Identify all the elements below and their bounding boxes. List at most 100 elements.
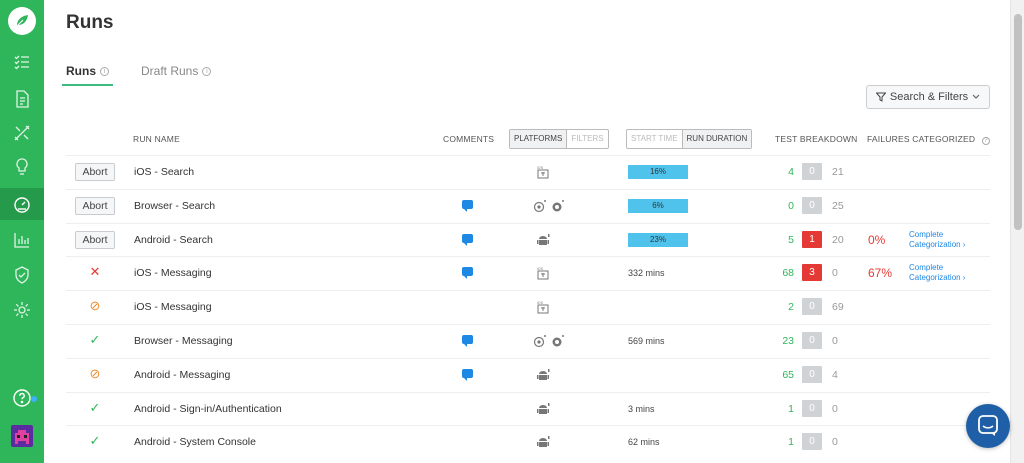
help-icon[interactable] (12, 388, 32, 408)
ios-platform-icon: iOS (536, 165, 550, 179)
remaining-count: 20 (832, 233, 844, 246)
table-row[interactable]: ✕ iOS - Messaging iOS 332 mins 68 3 0 67% Comple… (66, 256, 990, 290)
col-failures-categorized: FAILURES CATEGORIZED ? (867, 134, 990, 145)
run-name[interactable]: Android - Messaging (134, 369, 230, 381)
ios-platform-icon: iOS (536, 300, 550, 314)
complete-categorization-link[interactable]: Complete Categorization › (909, 230, 975, 250)
run-duration: 569 mins (628, 336, 665, 346)
ios-platform-icon: iOS (536, 266, 550, 280)
col-test-breakdown: TEST BREAKDOWN (775, 134, 858, 144)
failed-count-badge[interactable]: 1 (802, 230, 822, 248)
remaining-count: 4 (832, 368, 838, 381)
col-comments: COMMENTS (443, 134, 495, 144)
progress-bar: 6% (628, 198, 688, 213)
run-name[interactable]: Browser - Messaging (134, 335, 233, 347)
run-name[interactable]: iOS - Messaging (134, 301, 212, 313)
complete-categorization-link[interactable]: Complete Categorization › (909, 263, 975, 283)
remaining-count: 21 (832, 166, 844, 178)
categorization-label: Complete Categorization › (909, 229, 966, 249)
info-icon[interactable]: i (100, 66, 109, 76)
remaining-count: 0 (832, 436, 838, 449)
test-cases-icon[interactable] (12, 52, 32, 72)
failed-x-icon: ✕ (89, 264, 101, 280)
toggle-run-duration[interactable]: RUN DURATION (681, 130, 752, 148)
run-name[interactable]: Android - Sign-in/Authentication (134, 403, 282, 415)
tools-icon[interactable] (12, 123, 32, 143)
table-row[interactable]: Abort Browser - Search 6% 0 0 25 (66, 188, 990, 223)
notification-dot (31, 396, 37, 402)
table-row[interactable]: ⊘ iOS - Messaging iOS 2 0 69 (66, 290, 990, 324)
table-row[interactable]: ✓ Browser - Messaging 569 mins 23 0 0 (66, 324, 990, 358)
leaf-logo-icon[interactable] (8, 7, 36, 35)
failed-count-badge[interactable]: 0 (802, 433, 822, 451)
search-filters-button[interactable]: Search & Filters (866, 85, 990, 109)
run-duration: 3 mins (628, 403, 655, 414)
table-row[interactable]: ✓ Android - System Console 62 mins 1 0 0 (66, 425, 990, 459)
comment-icon[interactable] (462, 233, 473, 246)
run-duration: 332 mins (628, 268, 665, 279)
svg-text:iOS: iOS (537, 166, 544, 170)
chevron-down-icon (972, 94, 980, 99)
reports-chart-icon[interactable] (12, 230, 32, 250)
comment-icon[interactable] (462, 267, 473, 280)
shield-check-icon[interactable] (12, 265, 32, 285)
scrollbar-thumb[interactable] (1014, 14, 1022, 230)
avatar[interactable] (11, 425, 33, 447)
comment-icon[interactable] (462, 368, 473, 381)
toggle-start-time[interactable]: START TIME (627, 130, 682, 148)
gear-icon[interactable] (12, 300, 32, 320)
run-name[interactable]: Android - System Console (134, 436, 256, 448)
table-row[interactable]: Abort Android - Search 23% 5 1 20 0% Complete C… (66, 222, 990, 257)
failure-percentage: 0% (868, 232, 886, 247)
chat-launcher-button[interactable] (966, 404, 1010, 448)
dashboard-gauge-icon[interactable] (12, 194, 32, 214)
failed-count-badge[interactable]: 0 (802, 196, 822, 214)
table-row[interactable]: ✓ Android - Sign-in/Authentication 3 mins 1… (66, 391, 990, 426)
tab-bar: Runs i Draft Runs i (62, 64, 243, 86)
run-name[interactable]: Browser - Search (134, 200, 215, 212)
chrome-platform-icon (533, 334, 547, 348)
toggle-platforms[interactable]: PLATFORMS (510, 130, 568, 148)
run-name[interactable]: Android - Search (134, 234, 213, 246)
passed-count: 5 (788, 233, 794, 246)
platforms-filters-toggle: PLATFORMS FILTERS (509, 129, 609, 149)
scrollbar[interactable] (1010, 0, 1024, 463)
failed-count-badge[interactable]: 3 (802, 264, 822, 282)
failed-count-badge[interactable]: 0 (802, 399, 822, 417)
help-icon[interactable]: ? (981, 137, 990, 145)
failure-percentage: 67% (868, 266, 893, 281)
run-duration: 62 mins (628, 437, 660, 448)
passed-count: 1 (788, 436, 794, 449)
passed-count: 2 (788, 301, 794, 314)
run-name[interactable]: iOS - Messaging (134, 267, 212, 279)
comment-icon[interactable] (462, 199, 473, 212)
aborted-icon: ⊘ (89, 298, 101, 314)
passed-count: 23 (782, 335, 794, 347)
table-row[interactable]: Abort iOS - Search iOS 16% 4 0 21 (66, 155, 990, 189)
documents-icon[interactable] (12, 89, 35, 109)
sidebar (0, 0, 44, 463)
tab-draft-runs-label: Draft Runs (141, 64, 199, 78)
svg-text:iOS: iOS (537, 301, 544, 305)
info-icon[interactable]: i (202, 66, 212, 76)
failed-count-badge[interactable]: 0 (802, 163, 822, 180)
firefox-platform-icon (551, 199, 565, 213)
toggle-filters[interactable]: FILTERS (567, 130, 607, 148)
run-name[interactable]: iOS - Search (134, 166, 194, 178)
failed-count-badge[interactable]: 0 (802, 365, 822, 383)
col-run-name: RUN NAME (133, 134, 180, 144)
svg-text:iOS: iOS (537, 267, 544, 271)
abort-button[interactable]: Abort (75, 196, 115, 215)
tab-draft-runs[interactable]: Draft Runs i (141, 64, 212, 84)
table-row[interactable]: ⊘ Android - Messaging 65 0 4 (66, 357, 990, 392)
abort-button[interactable]: Abort (75, 230, 115, 249)
android-platform-icon (536, 368, 550, 382)
tab-runs[interactable]: Runs i (62, 64, 113, 86)
failed-count-badge[interactable]: 0 (802, 332, 822, 349)
failed-count-badge[interactable]: 0 (802, 298, 822, 316)
comment-icon[interactable] (462, 335, 473, 347)
lightbulb-icon[interactable] (12, 157, 32, 177)
abort-button[interactable]: Abort (75, 163, 115, 181)
passed-count: 68 (782, 267, 794, 280)
remaining-count: 0 (832, 335, 838, 347)
